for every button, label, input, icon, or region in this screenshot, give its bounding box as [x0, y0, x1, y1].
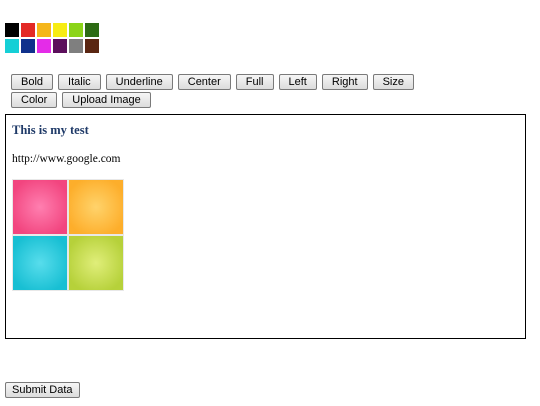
- submit-data-button[interactable]: Submit Data: [5, 382, 80, 398]
- color-palette: [4, 22, 100, 54]
- page: Bold Italic Underline Center Full Left R…: [0, 0, 540, 406]
- full-justify-button[interactable]: Full: [235, 74, 274, 90]
- italic-button[interactable]: Italic: [58, 74, 101, 90]
- color-swatch[interactable]: [20, 38, 36, 54]
- editor-link-text: http://www.google.com: [12, 153, 121, 165]
- color-swatch[interactable]: [20, 22, 36, 38]
- color-swatch[interactable]: [36, 22, 52, 38]
- image-tile: [12, 179, 68, 235]
- color-swatch[interactable]: [84, 22, 100, 38]
- center-align-button[interactable]: Center: [177, 74, 231, 90]
- bold-button[interactable]: Bold: [11, 74, 54, 90]
- color-swatch[interactable]: [52, 22, 68, 38]
- inserted-image[interactable]: [12, 179, 124, 291]
- right-align-button[interactable]: Right: [321, 74, 368, 90]
- editor-heading: This is my test: [12, 123, 89, 137]
- text-color-button[interactable]: Color: [11, 92, 58, 108]
- rich-text-editor[interactable]: This is my test http://www.google.com: [5, 114, 526, 339]
- toolbar-row: Bold Italic Underline Center Full Left R…: [11, 74, 431, 91]
- upload-image-button[interactable]: Upload Image: [62, 92, 151, 108]
- underline-button[interactable]: Underline: [105, 74, 173, 90]
- color-swatch[interactable]: [36, 38, 52, 54]
- color-swatch[interactable]: [52, 38, 68, 54]
- color-swatch[interactable]: [4, 38, 20, 54]
- color-swatch[interactable]: [4, 22, 20, 38]
- font-size-button[interactable]: Size: [372, 74, 414, 90]
- formatting-toolbar: Bold Italic Underline Center Full Left R…: [11, 74, 431, 110]
- image-tile: [68, 179, 124, 235]
- image-tile: [12, 235, 68, 291]
- image-tile: [68, 235, 124, 291]
- left-align-button[interactable]: Left: [278, 74, 317, 90]
- color-swatch[interactable]: [68, 38, 84, 54]
- color-swatch[interactable]: [84, 38, 100, 54]
- toolbar-row: Color Upload Image: [11, 92, 431, 109]
- color-swatch[interactable]: [68, 22, 84, 38]
